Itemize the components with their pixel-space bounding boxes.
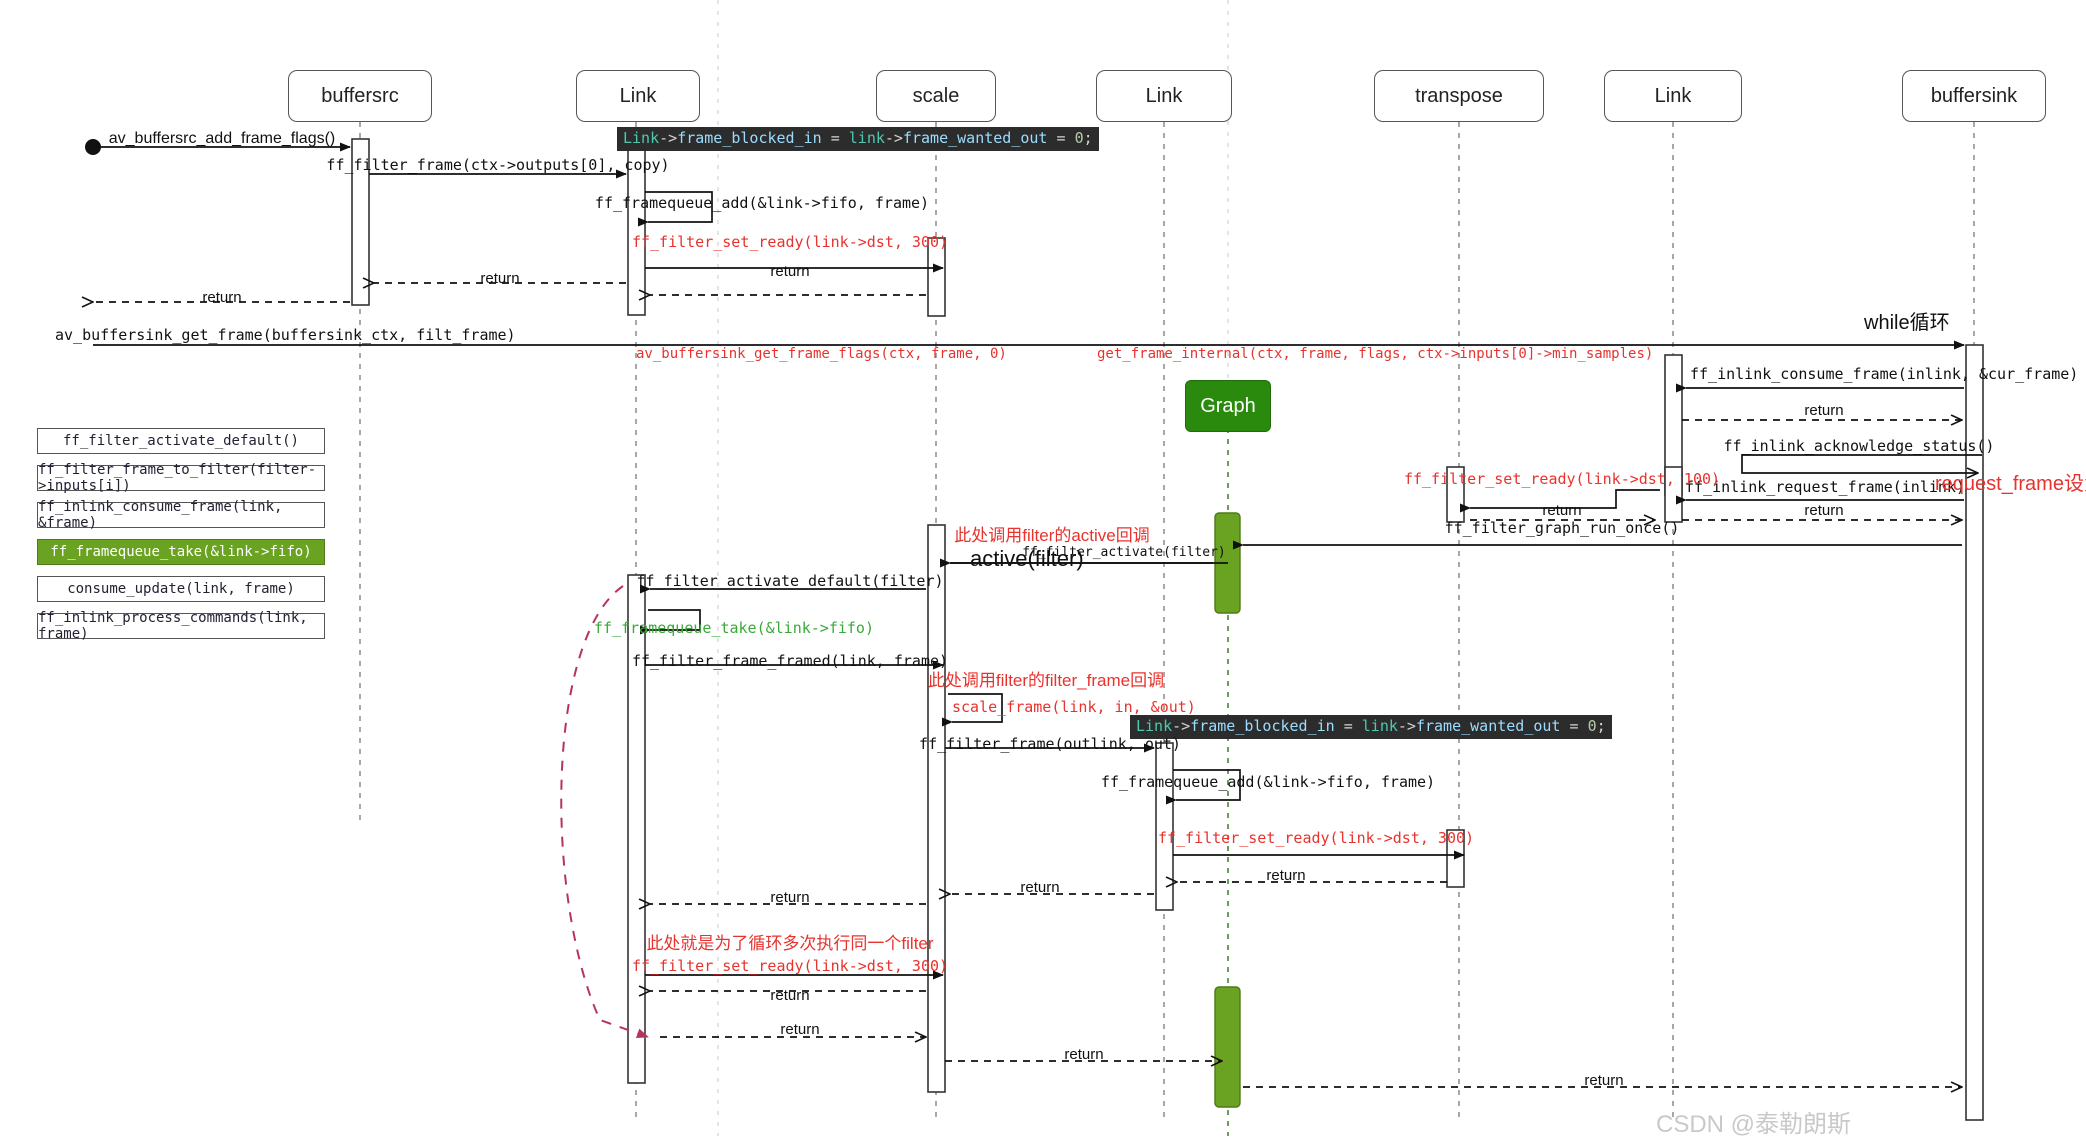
msg-label-m17: return [1542,502,1582,519]
legend-item-label: ff_inlink_process_commands(link, frame) [38,610,308,642]
msg-label-m12: return [1804,402,1844,419]
note-frame-blocked-middle: Link->frame_blocked_in = link->frame_wan… [1130,715,1612,740]
msg-label-m08: av_buffersink_get_frame(buffersink_ctx, … [55,326,516,344]
note-text: Link->frame_blocked_in = link->frame_wan… [623,129,1093,147]
msg-label-m13: ff_inlink_acknowledge_status() [1723,437,1995,455]
msg-label-m20: 此处调用filter的active回调 [954,526,1150,545]
participant-link-1[interactable]: Link [576,70,700,122]
legend-item-2[interactable]: ff_inlink_consume_frame(link, &frame) [37,499,325,531]
msg-label-m03: ff_framequeue_add(&link->fifo, frame) [594,194,930,212]
legend-item-label: ff_inlink_consume_frame(link, &frame) [38,499,283,531]
loop-label-while: while循环 [1864,312,1950,334]
participant-link-2[interactable]: Link [1096,70,1232,122]
msg-label-m36: ff_filter_set_ready(link->dst, 300) [631,957,949,975]
msg-label-m40: return [1584,1072,1624,1089]
msg-label-m39: return [1064,1046,1104,1063]
participant-label: scale [912,84,960,107]
msg-label-m09: av_buffersink_get_frame_flags(ctx, frame… [636,346,1007,362]
participant-scale[interactable]: scale [876,70,996,122]
legend-item-label: ff_filter_frame_to_filter(filter->inputs… [38,462,317,494]
msg-label-m02: ff_filter_frame(ctx->outputs[0], copy) [326,156,670,174]
legend-item-3[interactable]: ff_framequeue_take(&link->fifo) [37,539,325,565]
msg-label-m10: get_frame_internal(ctx, frame, flags, ct… [1097,346,1654,362]
msg-label-m30: ff_filter_set_ready(link->dst, 300) [1157,829,1475,847]
legend-item-5[interactable]: ff_inlink_process_commands(link, frame) [37,610,325,642]
note-text: Link->frame_blocked_in = link->frame_wan… [1136,717,1606,735]
msgs-bottom [645,970,1962,1087]
participant-link-3[interactable]: Link [1604,70,1742,122]
legend-item-1[interactable]: ff_filter_frame_to_filter(filter->inputs… [37,462,325,494]
msg-label-m07: return [202,289,242,306]
participant-transpose[interactable]: transpose [1374,70,1544,122]
participant-buffersink[interactable]: buffersink [1902,70,2046,122]
msg-label-m11: ff_inlink_consume_frame(inlink, &cur_fra… [1690,365,2079,383]
note-frame-blocked-top: Link->frame_blocked_in = link->frame_wan… [617,127,1099,152]
msg-label-m05: return [770,263,810,280]
legend-item-label: ff_filter_activate_default() [62,433,299,449]
msg-label-m01: av_buffersrc_add_frame_flags() [108,130,336,147]
legend-item-label: consume_update(link, frame) [67,581,295,597]
graph-box-label: Graph [1200,394,1256,417]
sequence-diagram-canvas: buffersrc Link scale Link transpose Link… [0,0,2086,1138]
msg-label-m26: 此处调用filter的filter_frame回调 [927,671,1165,690]
msg-label-m28: ff_filter_frame(outlink, out) [919,735,1181,753]
msg-label-m27: scale_frame(link, in, &out) [952,698,1196,716]
msg-label-m24: ff_framequeue_take(&link->fifo) [594,619,874,637]
msg-label-m15: request_frame设置link->... [1935,473,2086,495]
msg-label-m22: active(filter) [970,546,1084,571]
msg-label-m16: ff_filter_set_ready(link->dst, 100) [1403,470,1721,488]
msg-label-m35: 此处就是为了循环多次执行同一个filter [646,934,934,953]
msg-label-m19: ff_filter_graph_run_once() [1444,519,1680,537]
participant-buffersrc[interactable]: buffersrc [288,70,432,122]
legend-item-label: ff_framequeue_take(&link->fifo) [50,544,312,560]
participant-label: buffersrc [321,84,399,107]
msg-label-m23: ff_filter_activate_default(filter) [636,572,944,590]
participant-label: Link [1145,84,1183,107]
msg-label-m29: ff_framequeue_add(&link->fifo, frame) [1100,773,1436,791]
msg-label-m32: return [1020,879,1060,896]
msg-label-m18: return [1804,502,1844,519]
graph-box[interactable]: Graph [1185,380,1271,432]
msg-label-m37: return [770,987,810,1004]
msg-label-m06: return [480,270,520,287]
msg-label-m25: ff_filter_frame_framed(link, frame) [631,652,949,670]
participant-label: transpose [1415,84,1503,107]
msg-label-m33: return [770,889,810,906]
watermark: CSDN @泰勒朗斯 [1656,1111,1852,1138]
msg-label-m38: return [780,1021,820,1038]
participant-label: Link [619,84,657,107]
legend-item-0[interactable]: ff_filter_activate_default() [37,428,325,454]
participant-label: buffersink [1930,84,2018,107]
msg-label-m31: return [1266,867,1306,884]
legend-item-4[interactable]: consume_update(link, frame) [37,576,325,602]
msg-label-m04: ff_filter_set_ready(link->dst, 300) [631,233,949,251]
msg-label-m14: ff_inlink_request_frame(inlink) [1685,478,1965,496]
participant-label: Link [1654,84,1692,107]
